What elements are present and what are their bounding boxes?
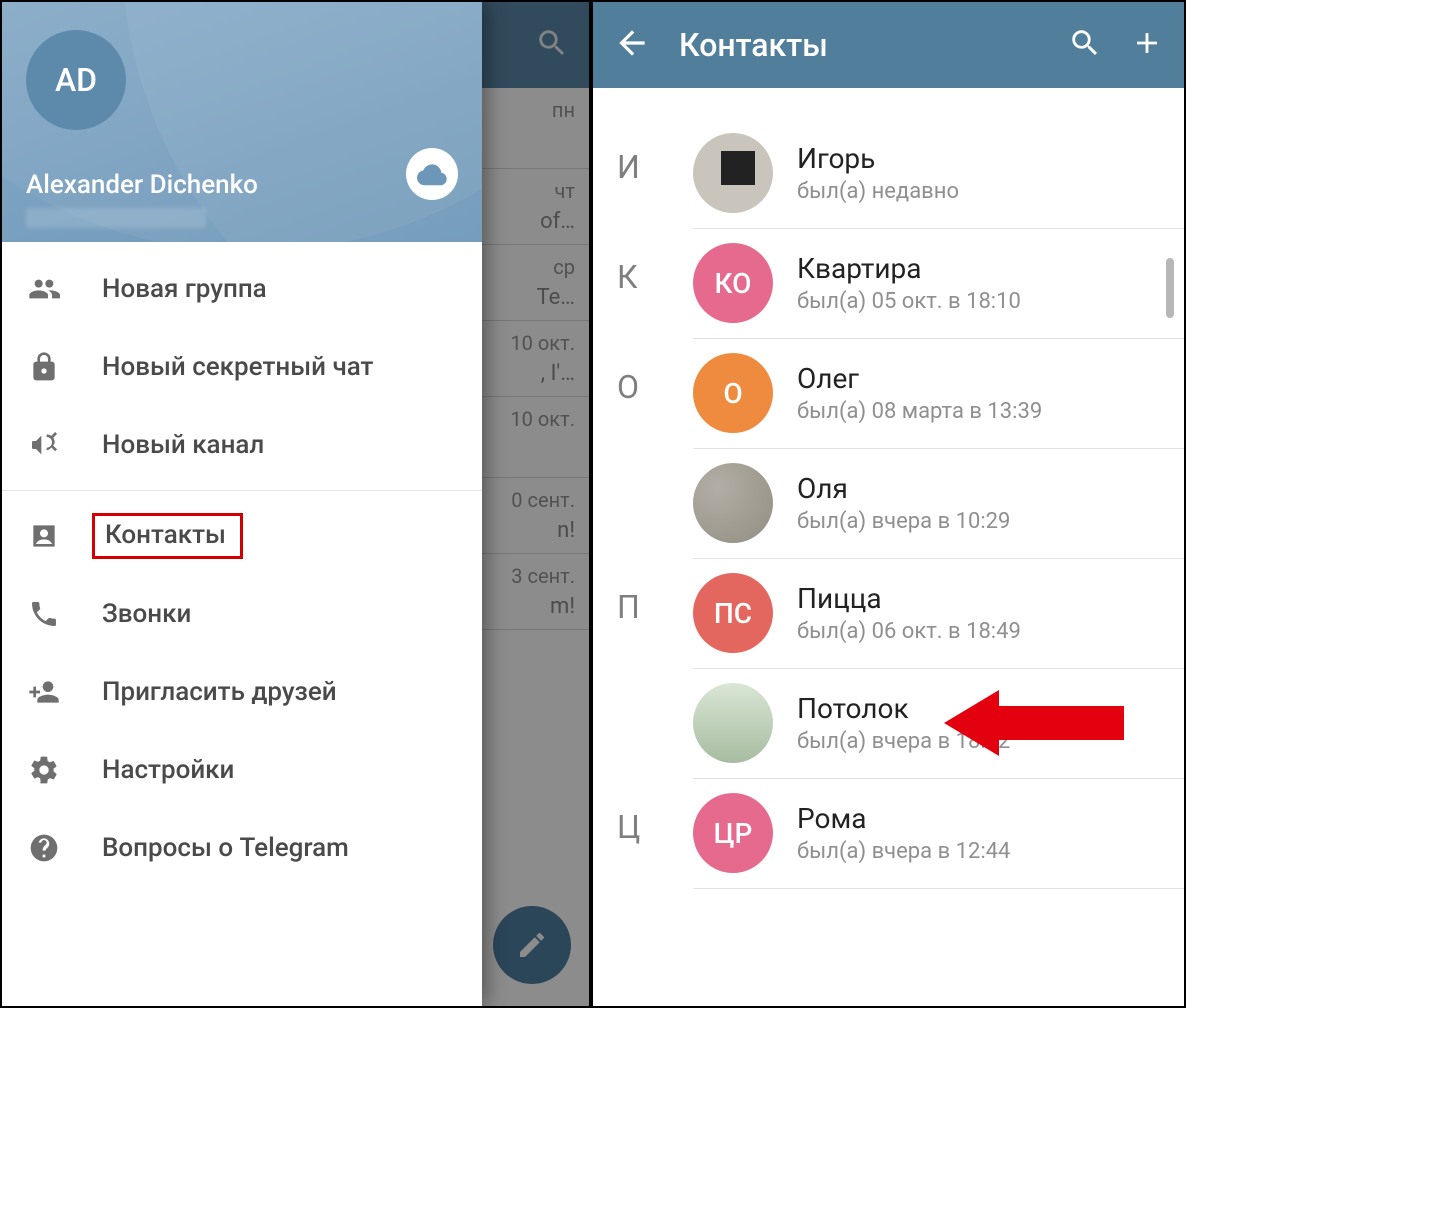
- contact-row[interactable]: Игорь был(а) недавно: [593, 118, 1184, 228]
- chat-row-bg: ср Te…: [476, 245, 589, 321]
- appbar-title: Контакты: [679, 26, 1040, 64]
- menu-label: Новая группа: [102, 274, 267, 304]
- menu-label: Новый секретный чат: [102, 352, 373, 382]
- contact-avatar: [693, 683, 773, 763]
- contact-row[interactable]: Оля был(а) вчера в 10:29: [593, 448, 1184, 558]
- contact-row[interactable]: КО Квартира был(а) 05 окт. в 18:10: [593, 228, 1184, 338]
- lock-icon: [26, 351, 62, 383]
- highlight-arrow: [944, 688, 1124, 758]
- menu-item-megaphone[interactable]: Новый канал: [2, 406, 482, 484]
- contact-row[interactable]: ЦР Рома был(а) вчера в 12:44: [593, 778, 1184, 888]
- compose-fab[interactable]: [493, 906, 571, 984]
- help-icon: [26, 832, 62, 864]
- settings-icon: [26, 754, 62, 786]
- menu-label: Пригласить друзей: [102, 677, 337, 707]
- chat-row-bg: чт of…: [476, 169, 589, 245]
- chat-snippet: Te…: [476, 285, 575, 310]
- contacts-appbar: Контакты: [593, 2, 1184, 88]
- drawer-menu: Новая группа Новый секретный чат Новый к…: [2, 242, 482, 887]
- contact-name: Олег: [797, 362, 1042, 395]
- contact-avatar: КО: [693, 243, 773, 323]
- contact-status: был(а) недавно: [797, 179, 959, 204]
- chat-snippet: , I'…: [476, 361, 575, 386]
- menu-label: Вопросы о Telegram: [102, 833, 349, 863]
- chat-date: 10 окт.: [476, 407, 575, 431]
- menu-item-phone[interactable]: Звонки: [2, 575, 482, 653]
- contact-status: был(а) вчера в 12:44: [797, 839, 1010, 864]
- invite-icon: [26, 676, 62, 708]
- avatar-initials: AD: [55, 61, 97, 99]
- contact-row[interactable]: ПС Пицца был(а) 06 окт. в 18:49: [593, 558, 1184, 668]
- contact-avatar: ЦР: [693, 793, 773, 873]
- profile-name: Alexander Dichenko: [26, 170, 258, 200]
- chat-date: чт: [476, 179, 575, 203]
- search-icon[interactable]: [535, 26, 569, 64]
- chat-date: 3 сент.: [476, 564, 575, 588]
- menu-item-lock[interactable]: Новый секретный чат: [2, 328, 482, 406]
- contact-name: Квартира: [797, 252, 1021, 285]
- contact-avatar: ПС: [693, 573, 773, 653]
- contact-avatar: [693, 463, 773, 543]
- phone-icon: [26, 598, 62, 630]
- chat-row-bg: 3 сент. m!: [476, 554, 589, 630]
- contact-avatar: [693, 133, 773, 213]
- profile-avatar[interactable]: AD: [26, 30, 126, 130]
- contact-name: Игорь: [797, 142, 959, 175]
- chat-row-bg: пн: [476, 88, 589, 169]
- contact-name: Оля: [797, 472, 1010, 505]
- chat-date: 10 окт.: [476, 331, 575, 355]
- menu-item-contact[interactable]: Контакты: [2, 497, 482, 575]
- menu-label: Звонки: [102, 599, 191, 629]
- nav-drawer: AD Alexander Dichenko Новая группа Новый…: [2, 2, 482, 1006]
- menu-label: Настройки: [102, 755, 234, 785]
- drawer-header: AD Alexander Dichenko: [2, 2, 482, 242]
- chat-snippet: m!: [476, 594, 575, 619]
- contact-status: был(а) вчера в 10:29: [797, 509, 1010, 534]
- add-contact-icon[interactable]: [1130, 26, 1164, 64]
- contacts-pane: Контакты И Игорь был(а) недавно К КО Ква…: [593, 2, 1184, 1006]
- chatlist-background: пн чт of… ср Te… 10 окт. , I'… 10 окт. 0…: [476, 2, 589, 1006]
- chat-date: пн: [476, 98, 575, 122]
- contact-status: был(а) 05 окт. в 18:10: [797, 289, 1021, 314]
- megaphone-icon: [26, 429, 62, 461]
- contact-name: Рома: [797, 802, 1010, 835]
- contact-status: был(а) 06 окт. в 18:49: [797, 619, 1021, 644]
- menu-item-group[interactable]: Новая группа: [2, 250, 482, 328]
- menu-label-highlighted: Контакты: [92, 513, 243, 559]
- chatlist-header: [476, 2, 589, 88]
- contact-status: был(а) 08 марта в 13:39: [797, 399, 1042, 424]
- menu-item-help[interactable]: Вопросы о Telegram: [2, 809, 482, 887]
- menu-item-invite[interactable]: Пригласить друзей: [2, 653, 482, 731]
- chat-snippet: of…: [476, 209, 575, 234]
- chat-date: ср: [476, 255, 575, 279]
- menu-label: Новый канал: [102, 430, 264, 460]
- group-icon: [26, 273, 62, 305]
- back-icon[interactable]: [613, 24, 651, 66]
- contact-avatar: О: [693, 353, 773, 433]
- contacts-list[interactable]: И Игорь был(а) недавно К КО Квартира был…: [593, 88, 1184, 888]
- chat-row-bg: 0 сент. n!: [476, 478, 589, 554]
- chat-row-bg: 10 окт. , I'…: [476, 321, 589, 397]
- profile-phone-blurred: [26, 208, 206, 228]
- menu-item-settings[interactable]: Настройки: [2, 731, 482, 809]
- search-icon[interactable]: [1068, 26, 1102, 64]
- contact-icon: [26, 520, 62, 552]
- cloud-button[interactable]: [406, 148, 458, 200]
- chat-snippet: n!: [476, 518, 575, 543]
- chat-date: 0 сент.: [476, 488, 575, 512]
- contact-name: Пицца: [797, 582, 1021, 615]
- contact-row[interactable]: О Олег был(а) 08 марта в 13:39: [593, 338, 1184, 448]
- drawer-pane: пн чт of… ср Te… 10 окт. , I'… 10 окт. 0…: [2, 2, 593, 1006]
- chat-row-bg: 10 окт.: [476, 397, 589, 478]
- menu-divider: [2, 490, 482, 491]
